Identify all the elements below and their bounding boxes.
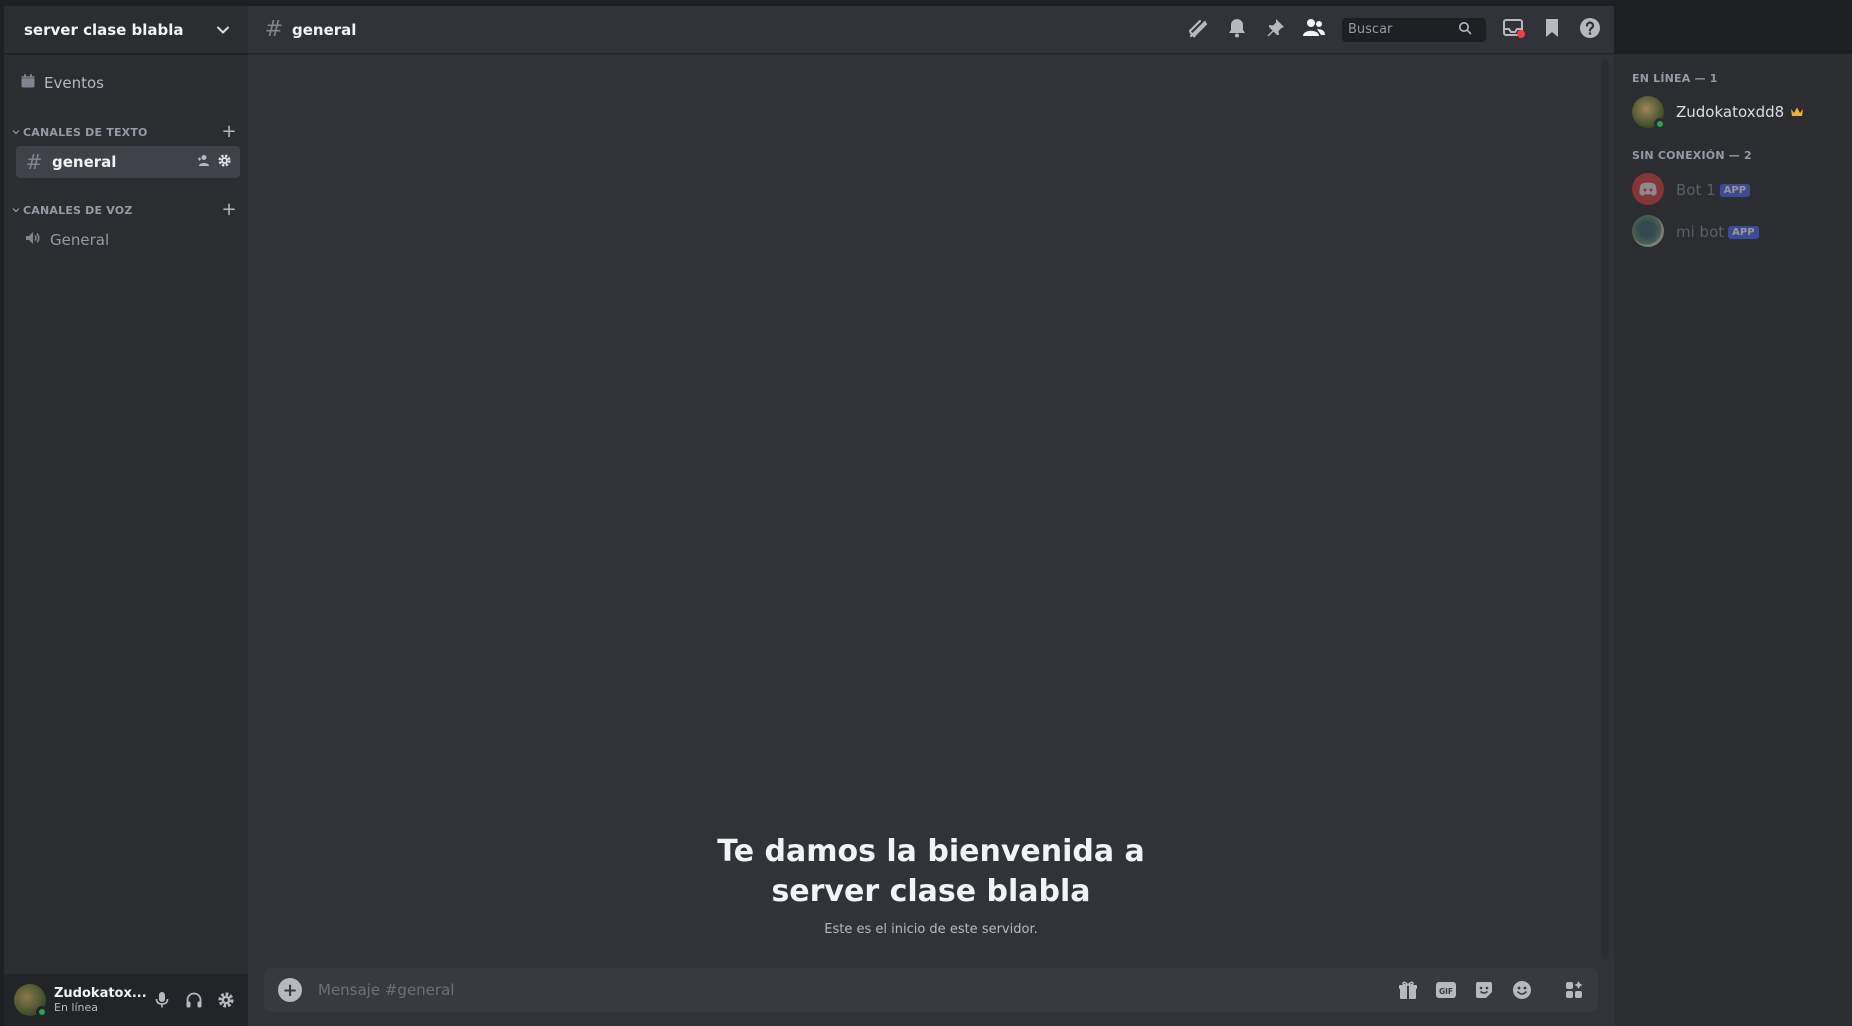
channel-name: General [50, 231, 110, 249]
welcome-section: Te damos la bienvenida a server clase bl… [248, 832, 1614, 937]
member-name: Zudokatoxdd8 [1676, 103, 1785, 121]
member-list: EN LÍNEA — 1 Zudokatoxdd8 SIN CONEXIÓN —… [1614, 54, 1852, 1026]
online-status-indicator [36, 1006, 48, 1018]
scrollbar[interactable] [1601, 60, 1609, 960]
online-status-indicator [1654, 118, 1666, 130]
discord-logo-icon [1639, 182, 1657, 196]
sticker-icon[interactable] [1470, 976, 1498, 1004]
app-badge: APP [1728, 225, 1759, 239]
gear-icon[interactable] [212, 986, 240, 1014]
add-channel-icon[interactable]: + [220, 123, 238, 141]
channel-sidebar: server clase blabla Eventos CANALES DE T… [4, 6, 248, 1026]
channel-title: general [292, 20, 357, 39]
chevron-down-icon [12, 208, 20, 213]
category-label: CANALES DE VOZ [23, 203, 133, 217]
crown-icon [1790, 103, 1804, 122]
search-input[interactable] [1348, 22, 1458, 37]
apps-icon[interactable] [1560, 976, 1588, 1004]
avatar[interactable] [14, 984, 48, 1018]
emoji-icon[interactable] [1508, 976, 1536, 1004]
username: Zudokatox... [54, 986, 147, 1001]
user-info[interactable]: Zudokatox... En línea [54, 986, 148, 1014]
calendar-icon [20, 73, 36, 93]
bell-icon[interactable] [1226, 17, 1248, 43]
chevron-down-icon [12, 130, 20, 135]
welcome-title-line1: Te damos la bienvenida a [717, 834, 1145, 869]
message-composer: + GIF [264, 968, 1598, 1012]
app-badge: APP [1719, 183, 1751, 197]
invite-icon[interactable] [197, 153, 211, 171]
member-item[interactable]: mi bot APP [1632, 210, 1844, 252]
user-panel: Zudokatox... En línea [4, 974, 248, 1026]
threads-icon[interactable] [1186, 16, 1210, 44]
welcome-subtitle: Este es el inicio de este servidor. [824, 922, 1038, 937]
category-text-channels[interactable]: CANALES DE TEXTO + [4, 122, 248, 142]
bookmark-icon[interactable] [1542, 17, 1562, 43]
bot-avatar [1632, 173, 1664, 205]
events-item[interactable]: Eventos [12, 66, 240, 100]
category-label: CANALES DE TEXTO [23, 125, 148, 139]
online-group-header: EN LÍNEA — 1 [1632, 72, 1718, 85]
chat-header: # general [248, 6, 1614, 54]
channel-name: general [52, 153, 117, 171]
search-icon [1458, 21, 1472, 39]
gear-icon[interactable] [217, 153, 232, 172]
headphones-icon[interactable] [180, 986, 208, 1014]
bot-avatar [1632, 215, 1664, 247]
welcome-title-line2: server clase blabla [771, 874, 1091, 909]
inbox-icon[interactable] [1502, 17, 1526, 43]
members-icon[interactable] [1302, 17, 1326, 43]
gif-icon[interactable]: GIF [1432, 976, 1460, 1004]
search-box[interactable] [1342, 17, 1486, 42]
member-item[interactable]: Bot 1 APP [1632, 168, 1844, 210]
member-item[interactable]: Zudokatoxdd8 [1632, 91, 1844, 133]
chevron-down-icon[interactable] [214, 21, 232, 39]
category-voice-channels[interactable]: CANALES DE VOZ + [4, 200, 248, 220]
channel-general[interactable]: # general [16, 146, 240, 178]
hashtag-icon: # [264, 17, 284, 42]
user-status: En línea [54, 1001, 99, 1014]
microphone-icon[interactable] [148, 986, 176, 1014]
discord-app: server clase blabla Eventos CANALES DE T… [0, 0, 1852, 1026]
voice-channel-general[interactable]: General [16, 224, 240, 256]
member-name: mi bot [1676, 222, 1725, 241]
server-name: server clase blabla [24, 20, 184, 39]
gift-icon[interactable] [1394, 976, 1422, 1004]
events-label: Eventos [44, 74, 104, 92]
speaker-icon [24, 229, 42, 251]
hashtag-icon: # [25, 150, 43, 174]
svg-text:GIF: GIF [1439, 987, 1453, 996]
avatar [1632, 96, 1666, 130]
add-attachment-icon[interactable]: + [278, 978, 302, 1002]
chat-area: # general Buscar Te damos la bienvenida … [248, 6, 1614, 1026]
add-channel-icon[interactable]: + [220, 201, 238, 219]
server-header[interactable]: server clase blabla [4, 6, 248, 54]
pin-icon[interactable] [1264, 17, 1286, 43]
help-icon[interactable] [1578, 16, 1602, 44]
member-name: Bot 1 [1676, 180, 1716, 199]
offline-group-header: SIN CONEXIÓN — 2 [1632, 149, 1752, 162]
message-input[interactable] [318, 981, 1394, 999]
